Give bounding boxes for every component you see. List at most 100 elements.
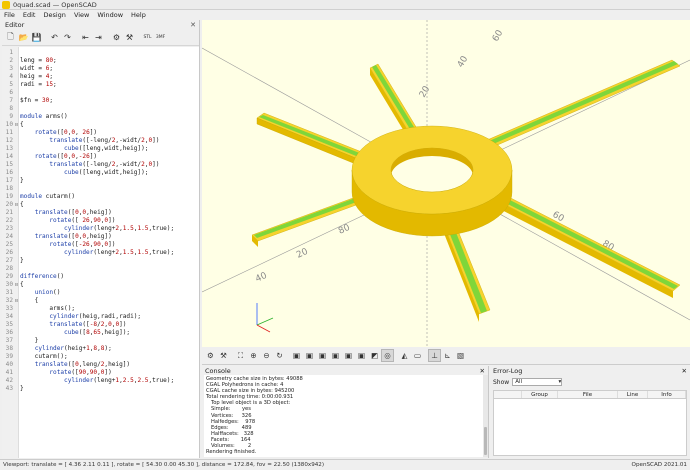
- column-group[interactable]: Group: [522, 391, 558, 398]
- open-file-icon[interactable]: 📂: [17, 31, 30, 44]
- line-number: 30: [5, 281, 13, 288]
- menu-window[interactable]: Window: [97, 11, 123, 19]
- hub-ring: [351, 125, 513, 237]
- console-close-icon[interactable]: ✕: [480, 367, 485, 375]
- scrollbar-thumb[interactable]: [484, 427, 487, 455]
- redo-icon[interactable]: ↷: [61, 31, 74, 44]
- error-log-close-icon[interactable]: ✕: [682, 367, 687, 375]
- code-line[interactable]: 33 arms();: [2, 305, 199, 313]
- export-stl-icon[interactable]: STL: [141, 31, 154, 44]
- indent-icon[interactable]: ⇥: [92, 31, 105, 44]
- line-number: 16: [5, 169, 13, 176]
- console-scrollbar[interactable]: [483, 375, 488, 457]
- show-scale-icon[interactable]: ⊾: [441, 349, 454, 362]
- view-front-icon[interactable]: ▣: [342, 349, 355, 362]
- code-line[interactable]: 32 ⊟ {: [2, 297, 199, 305]
- code-line[interactable]: 10 ⊟{: [2, 121, 199, 129]
- code-line[interactable]: 1: [2, 49, 199, 57]
- line-number: 15: [5, 161, 13, 168]
- show-axes-icon[interactable]: ⊥: [428, 349, 441, 362]
- column-info[interactable]: Info: [648, 391, 686, 398]
- zoom-out-icon[interactable]: ⊖: [260, 349, 273, 362]
- menu-design[interactable]: Design: [43, 11, 65, 19]
- code-line[interactable]: 39 cutarm();: [2, 353, 199, 361]
- new-file-icon[interactable]: 🗋: [4, 31, 17, 44]
- code-line[interactable]: 7 $fn = 30;: [2, 97, 199, 105]
- view-bottom-icon[interactable]: ▣: [316, 349, 329, 362]
- code-line[interactable]: 25 rotate([-26,90,0]): [2, 241, 199, 249]
- view-all-icon[interactable]: ⛶: [234, 349, 247, 362]
- preview-icon[interactable]: ⚙: [204, 349, 217, 362]
- code-line[interactable]: 16 cube([leng,widt,heig]);: [2, 169, 199, 177]
- code-line[interactable]: 38 cylinder(heig+1,8,8);: [2, 345, 199, 353]
- fold-marker-icon[interactable]: ⊟: [14, 297, 19, 305]
- code-line[interactable]: 15 translate([-leng/2,-widt/2,0]): [2, 161, 199, 169]
- render-icon[interactable]: ⚒: [217, 349, 230, 362]
- menu-view[interactable]: View: [74, 11, 89, 19]
- code-line[interactable]: 18: [2, 185, 199, 193]
- code-editor[interactable]: 1 2 leng = 80; 3 widt = 6; 4 heig = 4; 5 radi = …: [2, 47, 199, 458]
- code-line[interactable]: 42 cylinder(leng+1,2.5,2.5,true);: [2, 377, 199, 385]
- code-line[interactable]: 43}: [2, 385, 199, 393]
- orthogonal-icon[interactable]: ▭: [411, 349, 424, 362]
- view-back-icon[interactable]: ▣: [355, 349, 368, 362]
- fold-marker-icon[interactable]: ⊟: [14, 281, 19, 289]
- menu-file[interactable]: File: [4, 11, 15, 19]
- code-line[interactable]: 21 translate([0,0,heig]): [2, 209, 199, 217]
- code-line[interactable]: 13 cube([leng,widt,heig]);: [2, 145, 199, 153]
- code-line[interactable]: 37 }: [2, 337, 199, 345]
- code-line[interactable]: 29 difference(): [2, 273, 199, 281]
- code-line[interactable]: 41 rotate([90,90,0]): [2, 369, 199, 377]
- code-line[interactable]: 23 cylinder(leng+2,1.5,1.5,true);: [2, 225, 199, 233]
- code-line[interactable]: 31 union(): [2, 289, 199, 297]
- code-line[interactable]: 6: [2, 89, 199, 97]
- code-line[interactable]: 36 cube([8,65,heig]);: [2, 329, 199, 337]
- code-line[interactable]: 17}: [2, 177, 199, 185]
- code-line[interactable]: 12 translate([-leng/2,-widt/2,0]): [2, 137, 199, 145]
- column-file[interactable]: File: [558, 391, 618, 398]
- undo-icon[interactable]: ↶: [48, 31, 61, 44]
- code-line[interactable]: 8: [2, 105, 199, 113]
- code-line[interactable]: 11 rotate([0,0, 26]): [2, 129, 199, 137]
- code-line[interactable]: 30 ⊟{: [2, 281, 199, 289]
- code-line[interactable]: 3 widt = 6;: [2, 65, 199, 73]
- code-line[interactable]: 2 leng = 80;: [2, 57, 199, 65]
- zoom-in-icon[interactable]: ⊕: [247, 349, 260, 362]
- fold-marker-icon[interactable]: ⊟: [14, 121, 19, 129]
- code-line[interactable]: 35 translate([-8/2,0,0]): [2, 321, 199, 329]
- unindent-icon[interactable]: ⇤: [79, 31, 92, 44]
- view-top-icon[interactable]: ▣: [303, 349, 316, 362]
- reset-view-icon[interactable]: ↻: [273, 349, 286, 362]
- preview-icon[interactable]: ⚙: [110, 31, 123, 44]
- editor-close-icon[interactable]: ✕: [190, 21, 196, 29]
- fold-marker-icon[interactable]: ⊟: [14, 201, 19, 209]
- view-diagonal-icon[interactable]: ◩: [368, 349, 381, 362]
- menu-help[interactable]: Help: [131, 11, 146, 19]
- 3d-viewport[interactable]: 20 40 60 80 20 40 60 80: [202, 20, 690, 347]
- menu-edit[interactable]: Edit: [23, 11, 36, 19]
- render-icon[interactable]: ⚒: [123, 31, 136, 44]
- code-line[interactable]: 20 ⊟{: [2, 201, 199, 209]
- show-edges-icon[interactable]: ▧: [454, 349, 467, 362]
- view-center-icon[interactable]: ◎: [381, 349, 394, 362]
- code-line[interactable]: 28: [2, 265, 199, 273]
- view-right-icon[interactable]: ▣: [290, 349, 303, 362]
- export-3mf-icon[interactable]: 3MF: [154, 31, 167, 44]
- code-line[interactable]: 34 cylinder(heig,radi,radi);: [2, 313, 199, 321]
- code-line[interactable]: 9 module arms(): [2, 113, 199, 121]
- code-line[interactable]: 26 cylinder(leng+2,1.5,1.5,true);: [2, 249, 199, 257]
- perspective-icon[interactable]: ◭: [398, 349, 411, 362]
- show-filter-select[interactable]: All ▾: [512, 378, 563, 386]
- code-line[interactable]: 22 rotate([ 26,90,0]): [2, 217, 199, 225]
- code-line[interactable]: 5 radi = 15;: [2, 81, 199, 89]
- code-line[interactable]: 4 heig = 4;: [2, 73, 199, 81]
- code-line[interactable]: 24 translate([0,0,heig]): [2, 233, 199, 241]
- code-line[interactable]: 14 rotate([0,0,-26]): [2, 153, 199, 161]
- code-line[interactable]: 19 module cutarm(): [2, 193, 199, 201]
- code-line[interactable]: 27}: [2, 257, 199, 265]
- save-file-icon[interactable]: 💾: [30, 31, 43, 44]
- column-line[interactable]: Line: [618, 391, 648, 398]
- console-output[interactable]: Geometry cache size in bytes: 49088 CGAL …: [204, 375, 484, 457]
- code-line[interactable]: 40 translate([0,leng/2,heig]): [2, 361, 199, 369]
- view-left-icon[interactable]: ▣: [329, 349, 342, 362]
